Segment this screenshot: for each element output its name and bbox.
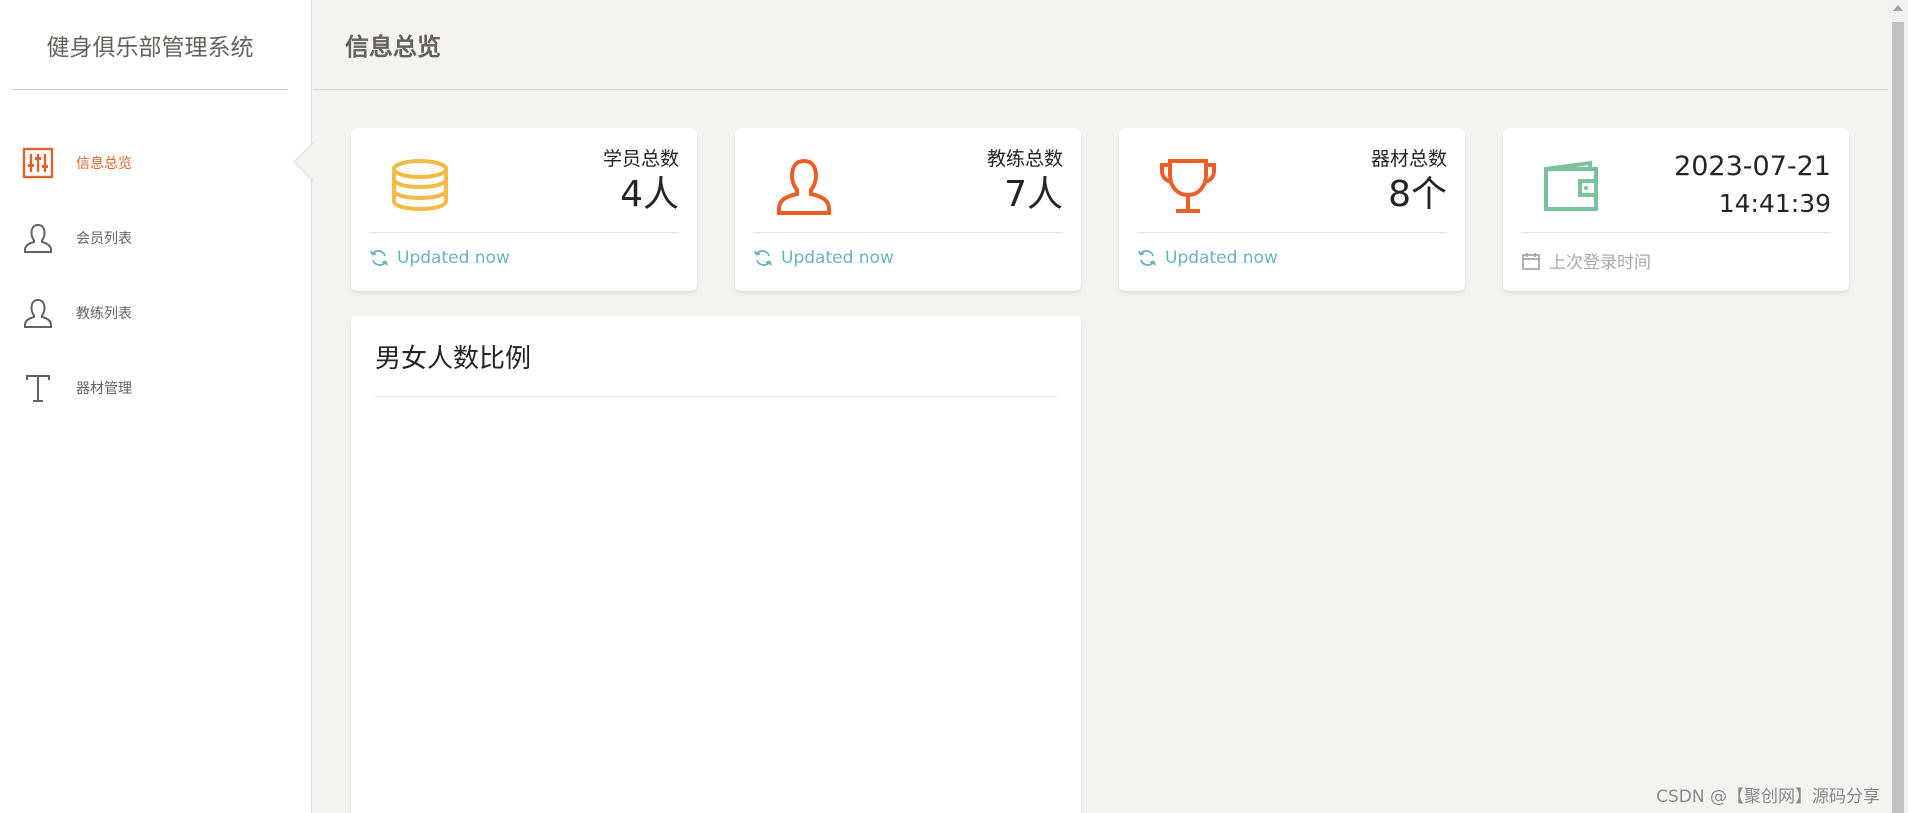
stat-card-equipment: 器材总数 8个 Updated now [1119, 128, 1465, 291]
stat-label: 学员总数 [602, 148, 679, 170]
text-icon [22, 372, 54, 404]
divider [1137, 232, 1447, 233]
watermark: CSDN @【聚创网】源码分享 [1656, 787, 1880, 807]
refresh-icon [369, 248, 389, 268]
sidebar-item-equipment[interactable]: 器材管理 [0, 350, 312, 425]
gender-ratio-card: 男女人数比例 [351, 316, 1081, 813]
stat-numbers: 器材总数 8个 [1371, 148, 1447, 216]
login-time: 14:41:39 [1718, 188, 1831, 218]
sidebar-item-label: 会员列表 [76, 230, 132, 247]
app-title: 健身俱乐部管理系统 [12, 0, 288, 90]
sidebar-item-label: 教练列表 [76, 305, 132, 322]
stat-card-students: 学员总数 4人 Updated now [351, 128, 697, 291]
stat-footer: Updated now [753, 248, 894, 268]
stat-numbers: 学员总数 4人 [603, 148, 679, 216]
stat-numbers: 2023-07-21 14:41:39 [1674, 148, 1831, 221]
top-navbar: 信息总览 [313, 0, 1888, 90]
sidebar-nav: 信息总览 会员列表 教练列表 器材管理 [0, 125, 314, 425]
stat-footer-text: Updated now [781, 248, 894, 268]
stat-value: 8个 [1388, 173, 1447, 215]
user-icon [22, 222, 54, 254]
stat-label: 器材总数 [1370, 148, 1447, 170]
stat-card-coaches: 教练总数 7人 Updated now [735, 128, 1081, 291]
divider [369, 232, 679, 233]
coins-icon [389, 156, 451, 218]
stat-footer-text: Updated now [397, 248, 510, 268]
divider [1521, 232, 1831, 233]
stat-footer-text: 上次登录时间 [1549, 253, 1651, 273]
stat-card-last-login: 2023-07-21 14:41:39 上次登录时间 [1503, 128, 1849, 291]
user-icon [22, 297, 54, 329]
page-title: 信息总览 [345, 33, 441, 61]
wallet-icon [1541, 156, 1603, 218]
stat-footer: 上次登录时间 [1521, 248, 1651, 273]
stat-footer: Updated now [369, 248, 510, 268]
vertical-scrollbar[interactable] [1888, 0, 1908, 813]
user-icon [773, 156, 835, 218]
scroll-up-arrow[interactable] [1893, 5, 1903, 11]
cup-icon [1157, 156, 1219, 218]
sidebar-item-coaches[interactable]: 教练列表 [0, 275, 312, 350]
refresh-icon [753, 248, 773, 268]
stat-label: 教练总数 [986, 148, 1063, 170]
divider [375, 396, 1057, 397]
sidebar: 健身俱乐部管理系统 信息总览 会员列表 教练列表 器材管理 [0, 0, 314, 813]
stat-value: 7人 [1004, 173, 1063, 215]
stat-footer: Updated now [1137, 248, 1278, 268]
refresh-icon [1137, 248, 1157, 268]
stat-footer-text: Updated now [1165, 248, 1278, 268]
sidebar-item-label: 信息总览 [76, 155, 132, 172]
stat-value: 4人 [620, 173, 679, 215]
sidebar-item-members[interactable]: 会员列表 [0, 200, 312, 275]
card-title: 男女人数比例 [375, 344, 532, 374]
divider [753, 232, 1063, 233]
sidebar-item-label: 器材管理 [76, 380, 132, 397]
login-date: 2023-07-21 [1674, 151, 1831, 182]
active-caret [295, 143, 314, 181]
scroll-thumb[interactable] [1892, 22, 1904, 813]
sidebar-item-overview[interactable]: 信息总览 [0, 125, 314, 200]
sliders-icon [22, 147, 54, 179]
calendar-icon [1521, 251, 1541, 271]
stat-numbers: 教练总数 7人 [987, 148, 1063, 216]
